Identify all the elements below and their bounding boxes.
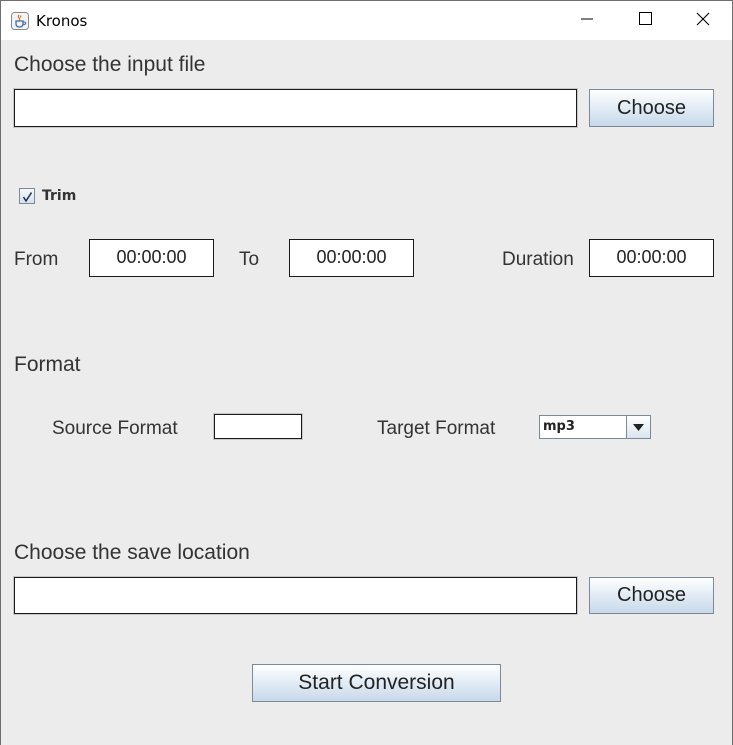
close-icon [696,12,710,31]
target-format-label: Target Format [377,418,496,439]
maximize-button[interactable] [616,1,674,41]
save-location-path-field[interactable] [13,576,578,615]
input-file-heading: Choose the input file [14,53,206,76]
minimize-icon [581,12,593,30]
choose-input-button[interactable]: Choose [589,89,714,127]
chevron-down-icon [633,418,644,436]
dropdown-arrow-button[interactable] [626,416,650,438]
close-button[interactable] [674,1,732,41]
start-conversion-button[interactable]: Start Conversion [252,664,501,702]
kronos-window: Kronos Choose the input file Choose Trim… [0,0,733,745]
from-label: From [14,249,59,270]
target-format-value: mp3 [543,419,575,434]
source-format-label: Source Format [52,418,178,439]
to-time-field[interactable]: 00:00:00 [289,239,414,277]
duration-field[interactable]: 00:00:00 [589,239,714,277]
input-file-path-field[interactable] [13,88,578,128]
to-label: To [239,249,260,270]
java-cup-icon [11,12,29,30]
save-location-heading: Choose the save location [14,541,250,564]
maximize-icon [638,12,652,30]
window-title: Kronos [36,12,88,30]
choose-save-button[interactable]: Choose [589,577,714,614]
trim-checkbox[interactable] [19,188,35,204]
format-heading: Format [14,353,81,376]
trim-label: Trim [42,188,77,204]
source-format-field[interactable] [213,413,303,440]
duration-label: Duration [502,249,574,270]
minimize-button[interactable] [558,1,616,41]
from-time-field[interactable]: 00:00:00 [89,239,214,277]
title-bar[interactable]: Kronos [1,0,732,40]
target-format-dropdown[interactable]: mp3 [539,415,651,439]
checkmark-icon [22,190,33,208]
